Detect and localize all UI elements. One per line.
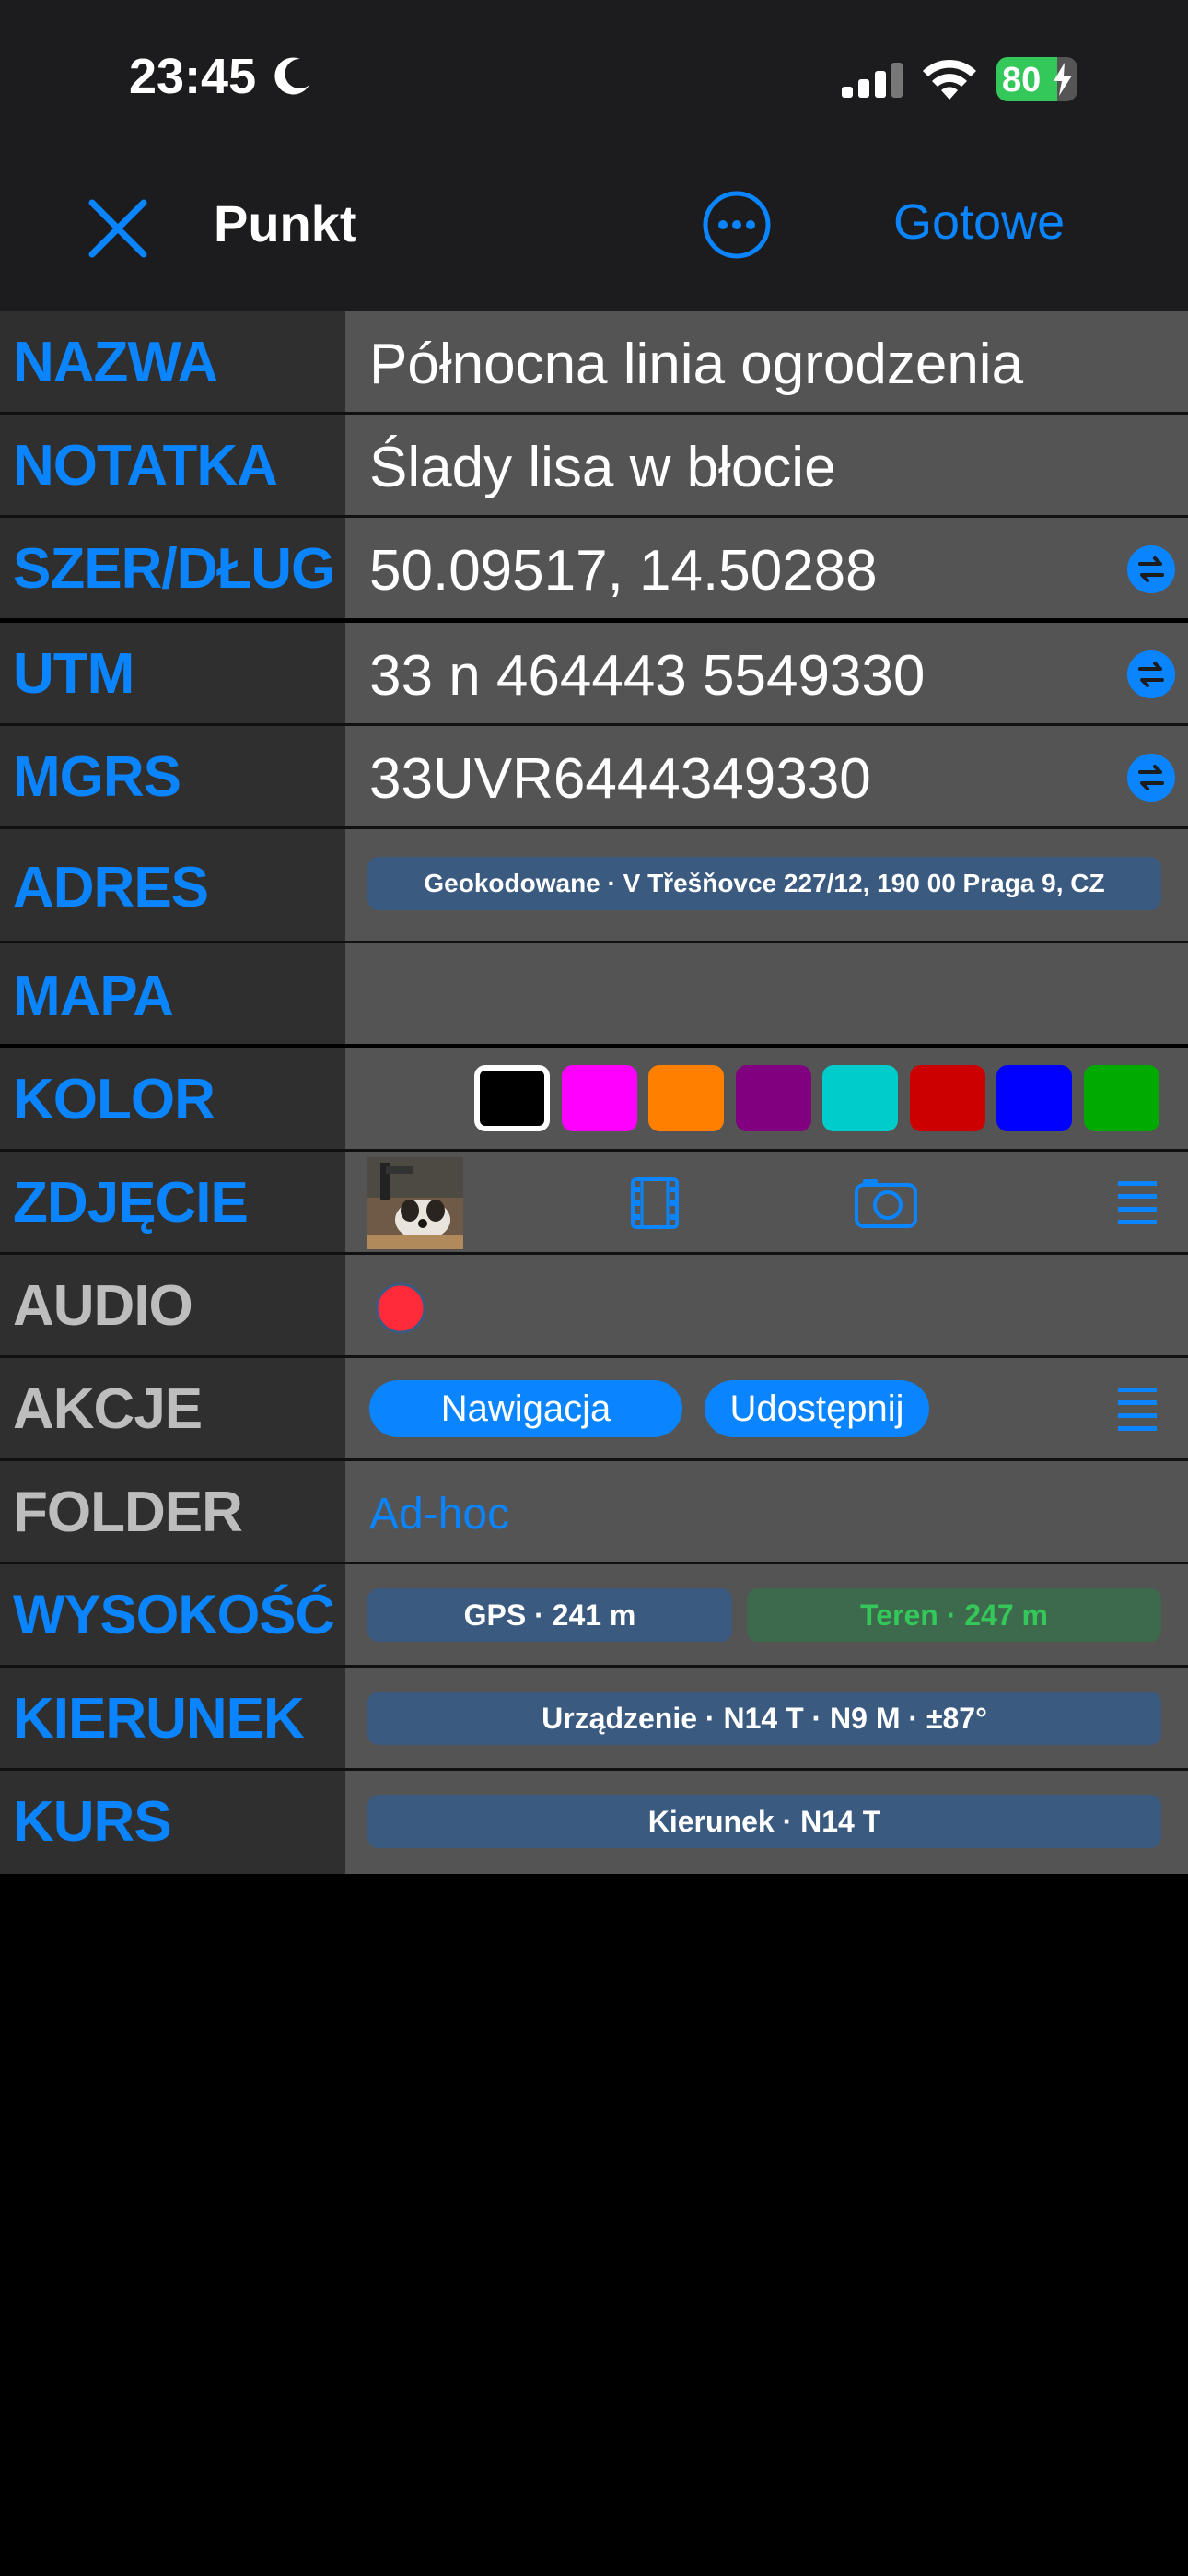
address-field[interactable]: Geokodowane · V Třešňovce 227/12, 190 00… [345, 829, 1188, 941]
list-icon[interactable] [1118, 1386, 1157, 1432]
color-swatch[interactable] [648, 1065, 724, 1131]
row-label: AUDIO [13, 1274, 193, 1338]
color-swatch[interactable] [735, 1065, 811, 1131]
course-pill[interactable]: Kierunek · N14 T [367, 1795, 1161, 1848]
utm-field[interactable]: 33 n 464443 5549330 [345, 623, 1188, 723]
wifi-icon [923, 59, 976, 100]
row-label: FOLDER [13, 1481, 243, 1544]
color-swatch[interactable] [909, 1065, 985, 1131]
cellular-signal-icon [842, 63, 903, 98]
latlon-value: 50.09517, 14.50288 [369, 539, 878, 603]
row-address: ADRES Geokodowane · V Třešňovce 227/12, … [0, 829, 1188, 943]
note-field[interactable]: Ślady lisa w błocie [345, 415, 1188, 515]
page-title: Punkt [214, 194, 357, 252]
row-label: MGRS [13, 745, 181, 809]
row-altitude: WYSOKOŚĆ GPS · 241 m Teren · 247 m [0, 1564, 1188, 1668]
row-course: KURS Kierunek · N14 T [0, 1771, 1188, 1874]
row-actions: AKCJE Nawigacja Udostępnij [0, 1358, 1188, 1461]
row-latlon: SZER/DŁUG 50.09517, 14.50288 [0, 518, 1188, 623]
folder-field[interactable]: Ad-hoc [345, 1461, 1188, 1562]
more-options-icon[interactable] [702, 190, 772, 260]
row-map: MAPA [0, 943, 1188, 1048]
color-swatch[interactable] [561, 1065, 637, 1131]
record-icon[interactable] [375, 1282, 426, 1334]
row-name: NAZWA Północna linia ogrodzenia [0, 311, 1188, 415]
note-value: Ślady lisa w błocie [369, 436, 836, 499]
color-swatch[interactable] [822, 1065, 898, 1131]
folder-value[interactable]: Ad-hoc [369, 1489, 509, 1540]
battery-icon: 80 [996, 57, 1081, 101]
clock: 23:45 [129, 49, 257, 104]
course-field: Kierunek · N14 T [345, 1771, 1188, 1874]
color-swatch[interactable] [996, 1065, 1072, 1131]
navigate-button[interactable]: Nawigacja [369, 1380, 682, 1437]
row-label: KIERUNEK [13, 1687, 305, 1751]
share-button[interactable]: Udostępnij [705, 1380, 929, 1437]
row-label: SZER/DŁUG [13, 537, 335, 601]
charging-bolt-icon [1054, 63, 1072, 96]
mgrs-value: 33UVR6444349330 [369, 747, 871, 811]
done-button[interactable]: Gotowe [893, 193, 1065, 251]
address-pill[interactable]: Geokodowane · V Třešňovce 227/12, 190 00… [367, 857, 1161, 910]
audio-field [345, 1255, 1188, 1355]
color-picker [345, 1048, 1188, 1149]
row-photo: ZDJĘCIE [0, 1152, 1188, 1255]
terrain-altitude-pill[interactable]: Teren · 247 m [747, 1588, 1161, 1642]
close-icon[interactable] [85, 195, 151, 262]
heading-pill[interactable]: Urządzenie · N14 T · N9 M · ±87° [367, 1692, 1161, 1745]
row-label: UTM [13, 642, 134, 706]
mgrs-field[interactable]: 33UVR6444349330 [345, 726, 1188, 826]
battery-level: 80 [1002, 61, 1042, 100]
status-bar: 23:45 80 [0, 0, 1188, 157]
latlon-field[interactable]: 50.09517, 14.50288 [345, 518, 1188, 618]
row-label: KURS [13, 1790, 172, 1854]
photo-field [345, 1152, 1188, 1252]
row-label: KOLOR [13, 1068, 215, 1131]
row-label: NAZWA [13, 331, 218, 394]
row-label: WYSOKOŚĆ [13, 1584, 335, 1645]
row-folder: FOLDER Ad-hoc [0, 1461, 1188, 1564]
gps-altitude-pill[interactable]: GPS · 241 m [367, 1588, 732, 1642]
row-label: NOTATKA [13, 434, 278, 498]
row-note: NOTATKA Ślady lisa w błocie [0, 415, 1188, 518]
row-heading: KIERUNEK Urządzenie · N14 T · N9 M · ±87… [0, 1668, 1188, 1771]
camera-icon[interactable] [854, 1176, 918, 1229]
actions-field: Nawigacja Udostępnij [345, 1358, 1188, 1458]
row-label: ADRES [13, 856, 209, 919]
row-label: AKCJE [13, 1377, 203, 1441]
map-field[interactable] [345, 943, 1188, 1044]
row-mgrs: MGRS 33UVR6444349330 [0, 726, 1188, 829]
moon-icon [274, 57, 309, 95]
name-field[interactable]: Północna linia ogrodzenia [345, 311, 1188, 412]
list-icon[interactable] [1118, 1179, 1157, 1225]
row-color: KOLOR [0, 1048, 1188, 1152]
heading-field: Urządzenie · N14 T · N9 M · ±87° [345, 1668, 1188, 1768]
convert-icon[interactable] [1127, 754, 1175, 802]
row-label: MAPA [13, 965, 174, 1028]
convert-icon[interactable] [1127, 650, 1175, 698]
convert-icon[interactable] [1127, 545, 1175, 593]
photo-thumbnail[interactable] [367, 1157, 463, 1249]
color-swatch[interactable] [474, 1065, 550, 1131]
row-label: ZDJĘCIE [13, 1171, 249, 1235]
film-icon[interactable] [629, 1177, 681, 1229]
color-swatch[interactable] [1083, 1065, 1159, 1131]
name-value: Północna linia ogrodzenia [369, 333, 1024, 396]
altitude-field: GPS · 241 m Teren · 247 m [345, 1564, 1188, 1665]
utm-value: 33 n 464443 5549330 [369, 644, 926, 708]
row-audio: AUDIO [0, 1255, 1188, 1358]
row-utm: UTM 33 n 464443 5549330 [0, 623, 1188, 726]
